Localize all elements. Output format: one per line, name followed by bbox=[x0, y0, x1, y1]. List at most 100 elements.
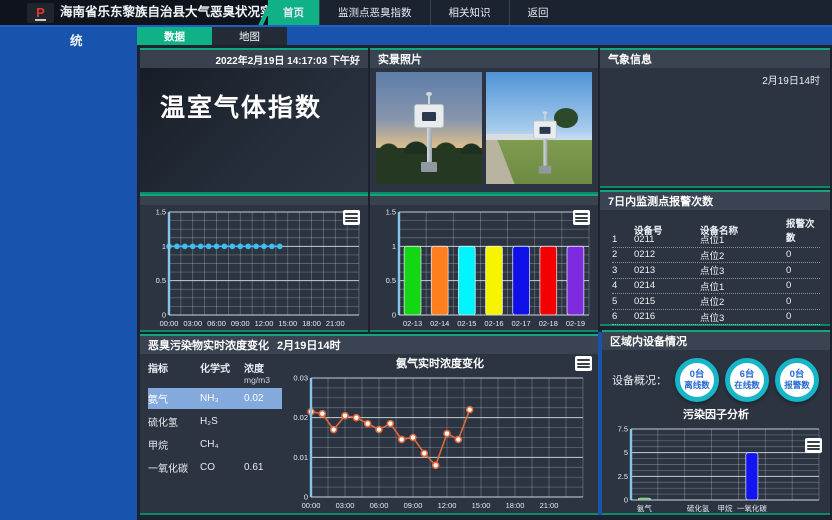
nav-item-4[interactable]: 返回 bbox=[509, 0, 567, 25]
chart-menu-icon[interactable] bbox=[343, 210, 360, 225]
svg-text:21:00: 21:00 bbox=[326, 319, 345, 328]
weather-panel-title: 气象信息 bbox=[600, 50, 830, 68]
devices-panel: 区域内设备情况 设备概况： 0台离线数6台在线数0台报警数 污染因子分析 0 2.… bbox=[602, 330, 830, 515]
odor-timestamp: 2月19日14时 bbox=[277, 337, 341, 353]
odor-table-body: 氨气NH₃0.02硫化氢H₂S甲烷CH₄一氧化碳CO0.61 bbox=[148, 388, 282, 478]
svg-text:03:00: 03:00 bbox=[183, 319, 202, 328]
svg-text:02-18: 02-18 bbox=[539, 319, 558, 328]
svg-text:12:00: 12:00 bbox=[255, 319, 274, 328]
greenhouse-chart-panel: 00.511.500:0003:0006:0009:0012:0015:0018… bbox=[140, 194, 368, 332]
alarm-table-row: 50215点位20 bbox=[612, 294, 820, 310]
site-photo-field bbox=[486, 72, 592, 184]
app-logo-icon: P bbox=[27, 3, 54, 23]
pollution-factors-chart: 0 2.5 5 7.5 氨气 硫化氢甲烷一氧化碳 bbox=[604, 423, 826, 513]
alarm-table-panel: 7日内监测点报警次数 设备号 设备名称 报警次数 10211点位1020212点… bbox=[600, 190, 830, 326]
odor-col-formula: 化学式 bbox=[200, 360, 244, 386]
svg-text:0.03: 0.03 bbox=[293, 374, 308, 383]
svg-text:硫化氢: 硫化氢 bbox=[687, 503, 710, 513]
svg-text:02-16: 02-16 bbox=[484, 319, 503, 328]
svg-text:06:00: 06:00 bbox=[370, 501, 389, 510]
svg-text:09:00: 09:00 bbox=[404, 501, 423, 510]
odor-table: 指标 化学式 浓度 mg/m3 氨气NH₃0.02硫化氢H₂S甲烷CH₄一氧化碳… bbox=[140, 354, 282, 511]
svg-text:1.5: 1.5 bbox=[386, 208, 396, 217]
weather-timestamp: 2月19日14时 bbox=[600, 68, 830, 91]
alarm-table-row: 20212点位20 bbox=[612, 248, 820, 264]
odor-table-row[interactable]: 硫化氢H₂S bbox=[148, 411, 282, 432]
daily-bar-chart-panel: 0 0.5 1 1.5 02-13 02-14 02-15 02-16 02-17 02-18 02… bbox=[370, 194, 598, 332]
nav-item-1[interactable]: 首页 bbox=[268, 0, 319, 25]
svg-text:02-19: 02-19 bbox=[566, 319, 585, 328]
svg-text:02-13: 02-13 bbox=[403, 319, 422, 328]
alarm-table-row: 40214点位10 bbox=[612, 279, 820, 295]
svg-text:1: 1 bbox=[162, 242, 166, 251]
odor-col-concentration: 浓度 bbox=[244, 364, 264, 375]
svg-text:甲烷: 甲烷 bbox=[718, 503, 733, 513]
sidebar: 统 bbox=[0, 27, 137, 520]
odor-table-row[interactable]: 一氧化碳CO0.61 bbox=[148, 457, 282, 478]
odor-col-indicator: 指标 bbox=[148, 360, 200, 386]
svg-text:09:00: 09:00 bbox=[231, 319, 250, 328]
alarm-table-row: 10211点位10 bbox=[612, 232, 820, 248]
alarm-panel-title: 7日内监测点报警次数 bbox=[600, 192, 830, 210]
page-title: 温室气体指数 bbox=[140, 68, 368, 124]
svg-text:7.5: 7.5 bbox=[618, 425, 628, 434]
tab-2[interactable]: 地图 bbox=[212, 27, 287, 45]
stat-circle-离线数: 0台离线数 bbox=[675, 358, 719, 402]
device-overview-label: 设备概况： bbox=[612, 372, 667, 388]
factors-chart-title: 污染因子分析 bbox=[602, 406, 830, 422]
svg-text:00:00: 00:00 bbox=[160, 319, 179, 328]
chart-menu-icon[interactable] bbox=[575, 356, 592, 371]
odor-unit: mg/m3 bbox=[244, 375, 270, 385]
odor-table-row[interactable]: 氨气NH₃0.02 bbox=[148, 388, 282, 409]
nav-item-2[interactable]: 监测点恶臭指数 bbox=[319, 0, 430, 25]
alarm-table: 设备号 设备名称 报警次数 10211点位1020212点位2030213点位3… bbox=[600, 210, 830, 325]
nav-item-3[interactable]: 相关知识 bbox=[430, 0, 509, 25]
svg-text:18:00: 18:00 bbox=[302, 319, 321, 328]
svg-text:12:00: 12:00 bbox=[438, 501, 457, 510]
daily-index-chart: 0 0.5 1 1.5 02-13 02-14 02-15 02-16 02-17 02-18 02… bbox=[372, 206, 596, 328]
svg-text:1: 1 bbox=[392, 242, 396, 251]
odor-table-row[interactable]: 甲烷CH₄ bbox=[148, 434, 282, 455]
svg-text:0.01: 0.01 bbox=[293, 453, 308, 462]
svg-text:0: 0 bbox=[392, 311, 396, 320]
devices-panel-title: 区域内设备情况 bbox=[602, 332, 830, 350]
odor-panel: 恶臭污染物实时浓度变化 2月19日14时 指标 化学式 浓度 mg/m3 氨气N… bbox=[140, 334, 598, 515]
svg-text:5: 5 bbox=[624, 448, 628, 457]
ammonia-trend-chart: 00.010.020.0300:0003:0006:0009:0012:0015… bbox=[284, 372, 590, 510]
greeting-panel: 2022年2月19日 14:17:03 下午好 温室气体指数 bbox=[140, 48, 368, 194]
chart-menu-icon[interactable] bbox=[805, 438, 822, 453]
view-tabs: 数据地图 bbox=[137, 27, 287, 45]
svg-text:一氧化碳: 一氧化碳 bbox=[737, 503, 767, 513]
svg-text:02-15: 02-15 bbox=[457, 319, 476, 328]
datetime-text: 2022年2月19日 14:17:03 下午好 bbox=[140, 50, 368, 68]
svg-text:0.5: 0.5 bbox=[386, 276, 396, 285]
svg-text:21:00: 21:00 bbox=[540, 501, 559, 510]
alarm-table-body: 10211点位1020212点位2030213点位3040214点位105021… bbox=[612, 232, 820, 325]
alarm-table-row: 60216点位30 bbox=[612, 310, 820, 326]
device-stats: 0台离线数6台在线数0台报警数 bbox=[675, 358, 819, 402]
greenhouse-index-chart: 00.511.500:0003:0006:0009:0012:0015:0018… bbox=[142, 206, 366, 328]
dashboard-page: P 海南省乐东黎族自治县大气恶臭状况实时发布系 首页监测点恶臭指数相关知识返回 … bbox=[0, 0, 832, 520]
odor-panel-title: 恶臭污染物实时浓度变化 bbox=[148, 337, 269, 353]
svg-text:03:00: 03:00 bbox=[336, 501, 355, 510]
svg-text:02-14: 02-14 bbox=[430, 319, 449, 328]
title-overflow-text: 统 bbox=[70, 30, 83, 49]
svg-text:2.5: 2.5 bbox=[618, 472, 628, 481]
svg-text:15:00: 15:00 bbox=[278, 319, 297, 328]
photos-panel-title: 实景照片 bbox=[370, 50, 598, 68]
tab-1[interactable]: 数据 bbox=[137, 27, 212, 45]
alarm-table-row: 30213点位30 bbox=[612, 263, 820, 279]
photos-panel: 实景照片 bbox=[370, 48, 598, 194]
topbar: P 海南省乐东黎族自治县大气恶臭状况实时发布系 首页监测点恶臭指数相关知识返回 bbox=[0, 0, 832, 27]
monitoring-device-graphic bbox=[414, 96, 444, 172]
svg-text:氨气: 氨气 bbox=[637, 503, 652, 513]
chart-menu-icon[interactable] bbox=[573, 210, 590, 225]
svg-text:06:00: 06:00 bbox=[207, 319, 226, 328]
svg-text:0: 0 bbox=[624, 496, 628, 505]
svg-text:00:00: 00:00 bbox=[302, 501, 321, 510]
stat-circle-在线数: 6台在线数 bbox=[725, 358, 769, 402]
ammonia-chart-title: 氨气实时浓度变化 bbox=[282, 356, 598, 372]
svg-text:02-17: 02-17 bbox=[512, 319, 531, 328]
svg-text:0.02: 0.02 bbox=[293, 413, 308, 422]
svg-text:15:00: 15:00 bbox=[472, 501, 491, 510]
